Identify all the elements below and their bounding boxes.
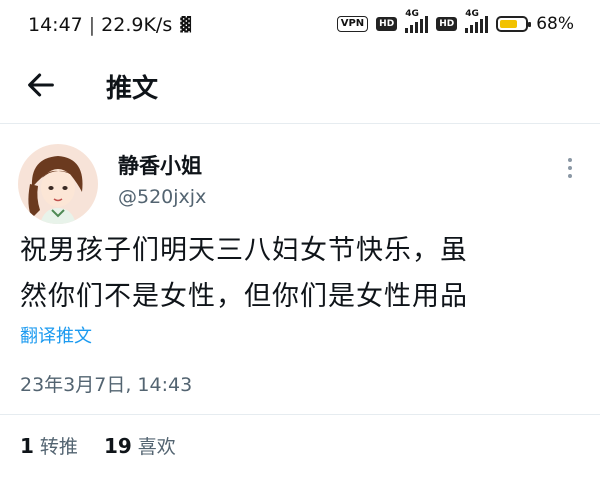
signal-icon-2: 4G (465, 9, 489, 33)
hd-badge-2: HD (436, 17, 458, 31)
translate-link[interactable]: 翻译推文 (20, 322, 92, 348)
battery-percent: 68% (536, 14, 574, 34)
tweet-text-line-2: 然你们不是女性，但你们是女性用品 (20, 281, 468, 312)
status-left: 14:47 | 22.9K/s ▓ (28, 14, 191, 36)
status-bar: 14:47 | 22.9K/s ▓ VPN HD 4G HD 4G 68% (0, 0, 600, 56)
signal-icon-1: 4G (405, 9, 429, 33)
page-title: 推文 (106, 74, 159, 104)
avatar[interactable] (18, 144, 98, 224)
more-vertical-icon[interactable] (560, 154, 580, 182)
timestamp-divider (0, 414, 600, 415)
like-label[interactable]: 喜欢 (138, 432, 176, 459)
notification-icon: ▓ (180, 17, 192, 33)
like-count[interactable]: 19 (104, 434, 132, 458)
signal-tag-1: 4G (405, 9, 419, 19)
header-divider (0, 123, 600, 124)
battery-fill (500, 20, 517, 28)
battery-icon (496, 16, 532, 32)
tweet-text: 祝男孩子们明天三八妇女节快乐，虽 然你们不是女性，但你们是女性用品 (20, 228, 585, 320)
status-separator: | (88, 14, 96, 36)
avatar-illustration (18, 144, 98, 224)
status-time: 14:47 (28, 14, 83, 36)
arrow-left-icon[interactable] (24, 68, 58, 102)
user-handle[interactable]: @520jxjx (118, 186, 206, 208)
vpn-badge: VPN (336, 16, 369, 32)
top-nav: 推文 (0, 56, 600, 122)
status-right: VPN HD 4G HD 4G 68% (336, 9, 574, 34)
network-speed: 22.9K/s (101, 14, 173, 36)
signal-tag-2: 4G (465, 9, 479, 19)
retweet-label[interactable]: 转推 (40, 432, 78, 459)
tweet-stats: 1 转推 19 喜欢 (20, 432, 176, 459)
tweet-text-line-1: 祝男孩子们明天三八妇女节快乐，虽 (20, 235, 468, 266)
tweet-timestamp[interactable]: 23年3月7日, 14:43 (20, 370, 192, 397)
display-name[interactable]: 静香小姐 (118, 150, 202, 180)
hd-badge-1: HD (376, 17, 398, 31)
retweet-count[interactable]: 1 (20, 434, 34, 458)
